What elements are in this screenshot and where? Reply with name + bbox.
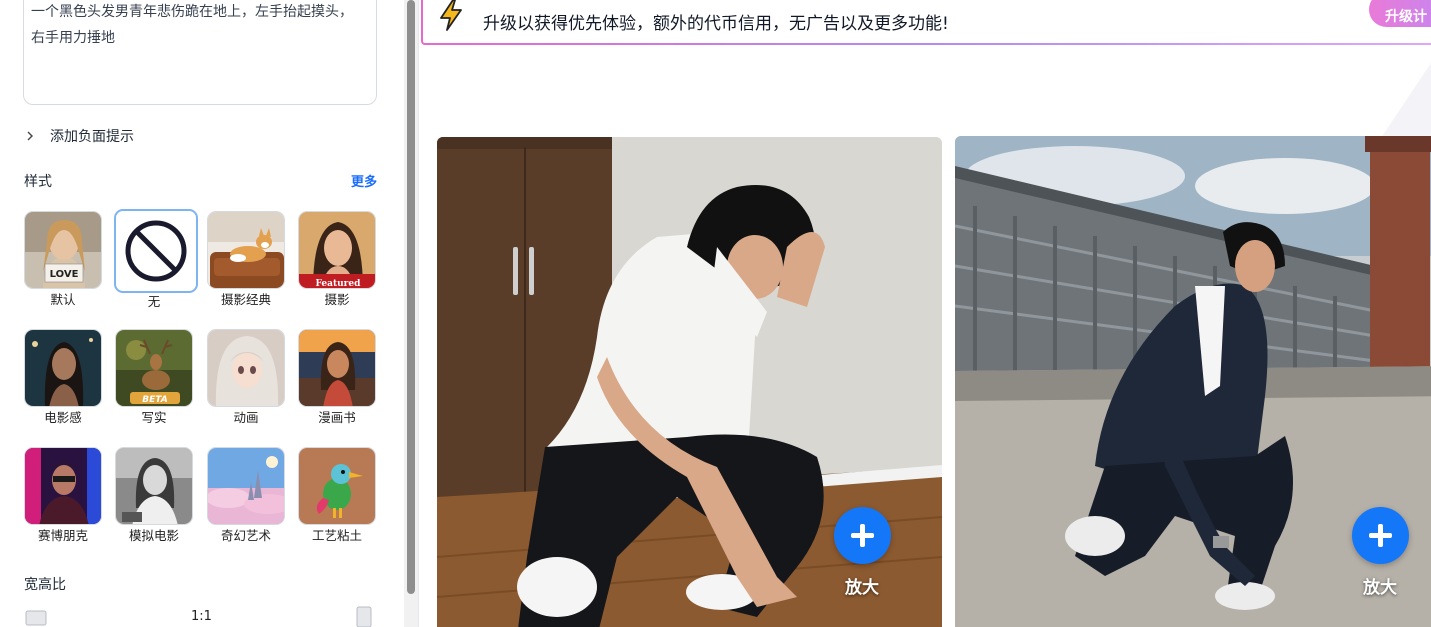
anime-girl-thumb	[207, 329, 285, 407]
thumb-beta-text: BETA	[142, 395, 167, 405]
cinematic-woman-thumb	[24, 329, 102, 407]
aspect-ratio-value: 1:1	[191, 609, 212, 624]
upgrade-banner-text: 升级以获得优先体验，额外的代币信用，无广告以及更多功能!	[483, 14, 949, 34]
style-tile-anime[interactable]: 动画	[206, 329, 286, 426]
style-tile-none[interactable]: 无	[114, 209, 198, 310]
zoom-label-2: 放大	[1363, 578, 1397, 598]
upgrade-button-label: 升级计	[1385, 9, 1427, 25]
result-card-2[interactable]: 放大	[955, 136, 1431, 627]
landscape-ratio-icon[interactable]	[25, 609, 47, 627]
decorative-shape	[1381, 63, 1431, 138]
style-tile-analog-film[interactable]: 模拟电影	[114, 447, 194, 544]
portrait-girl-thumb: LOVE	[24, 211, 102, 289]
results-area: 升级以获得优先体验，额外的代币信用，无广告以及更多功能! 升级计 放大 放大	[419, 0, 1431, 627]
add-negative-prompt-toggle[interactable]: 添加负面提示	[24, 124, 134, 148]
style-tile-label: 摄影经典	[220, 292, 271, 307]
prompt-textarea[interactable]: 一个黑色头发男青年悲伤跪在地上，左手抬起摸头，右手用力捶地	[23, 0, 377, 105]
style-tile-label: 电影感	[44, 410, 82, 425]
thumb-featured-text: Featured	[316, 279, 362, 289]
style-section-title: 样式	[24, 174, 52, 190]
style-tile-label: 动画	[233, 410, 259, 425]
style-tile-label: 模拟电影	[128, 528, 179, 543]
style-tile-label: 默认	[50, 292, 76, 307]
style-tile-label: 摄影	[324, 292, 350, 307]
zoom-button-1[interactable]	[834, 507, 891, 564]
style-tile-label: 奇幻艺术	[220, 528, 271, 543]
woman-portrait-thumb: Featured	[298, 211, 376, 289]
left-panel: 一个黑色头发男青年悲伤跪在地上，左手抬起摸头，右手用力捶地 添加负面提示 样式 …	[0, 0, 404, 627]
comic-woman-thumb	[298, 329, 376, 407]
negative-prompt-label: 添加负面提示	[50, 129, 134, 145]
none-thumb	[114, 209, 198, 293]
thumb-love-text: LOVE	[50, 269, 79, 280]
style-tile-cinematic[interactable]: 电影感	[23, 329, 103, 426]
style-tile-label: 漫画书	[318, 410, 356, 425]
style-tile-photo-classic[interactable]: 摄影经典	[206, 211, 286, 308]
upgrade-button[interactable]: 升级计	[1369, 0, 1431, 27]
zoom-button-2[interactable]	[1352, 507, 1409, 564]
chevron-right-icon	[27, 131, 33, 141]
bw-woman-thumb	[115, 447, 193, 525]
style-tile-realistic[interactable]: BETA 写实	[114, 329, 194, 426]
cyberpunk-man-thumb	[24, 447, 102, 525]
more-styles-link[interactable]: 更多	[351, 171, 377, 190]
style-tile-fantasy-art[interactable]: 奇幻艺术	[206, 447, 286, 544]
aspect-ratio-title: 宽高比	[24, 577, 66, 593]
portrait-ratio-icon[interactable]	[355, 606, 373, 627]
upgrade-banner: 升级以获得优先体验，额外的代币信用，无广告以及更多功能! 升级计	[421, 0, 1431, 45]
no-symbol-icon	[125, 220, 187, 282]
style-tile-default[interactable]: LOVE 默认	[23, 211, 103, 308]
dog-sofa-thumb	[207, 211, 285, 289]
style-tile-label: 工艺粘土	[311, 528, 362, 543]
fantasy-castle-thumb	[207, 447, 285, 525]
scrollbar-thumb[interactable]	[407, 0, 415, 594]
style-tile-label: 写实	[141, 410, 167, 425]
zoom-label-1: 放大	[845, 578, 879, 598]
deer-thumb: BETA	[115, 329, 193, 407]
result-card-1[interactable]: 放大	[437, 137, 942, 627]
aspect-ratio-slider[interactable]: 1:1	[24, 606, 374, 627]
lightning-icon	[440, 0, 462, 31]
style-tile-craft-clay[interactable]: 工艺粘土	[297, 447, 377, 544]
style-tile-cyberpunk[interactable]: 赛博朋克	[23, 447, 103, 544]
style-tile-comic[interactable]: 漫画书	[297, 329, 377, 426]
style-tile-label: 无	[147, 294, 161, 309]
clay-bird-thumb	[298, 447, 376, 525]
style-tile-photo[interactable]: Featured 摄影	[297, 211, 377, 308]
style-tile-label: 赛博朋克	[37, 528, 88, 543]
prompt-text: 一个黑色头发男青年悲伤跪在地上，左手抬起摸头，右手用力捶地	[31, 4, 353, 46]
